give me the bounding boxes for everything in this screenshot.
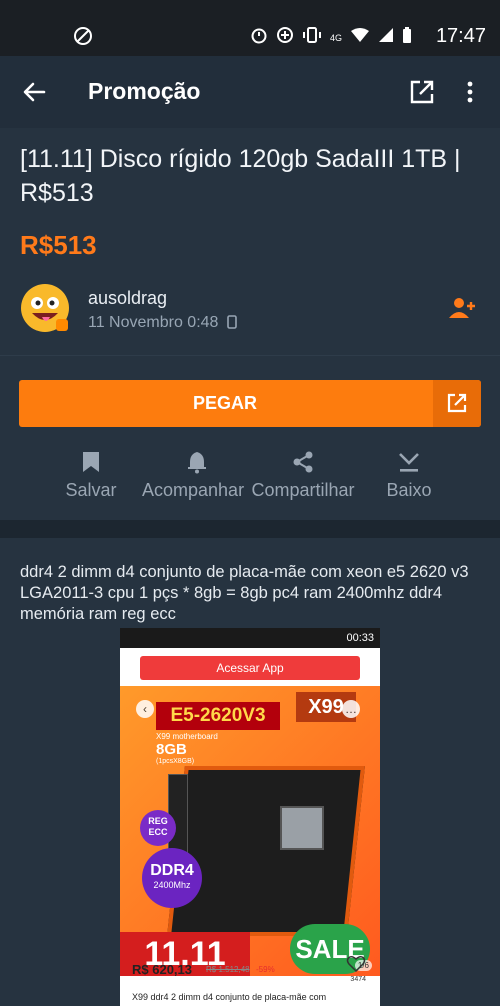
screenshot-motherboard: X99 motherboard xyxy=(156,732,218,741)
follow-button[interactable]: Acompanhar xyxy=(142,450,252,501)
screenshot-ram-sub: (1pcsX8GB) xyxy=(156,758,195,765)
get-deal-button[interactable]: PEGAR xyxy=(19,380,481,427)
sync-icon xyxy=(72,25,94,47)
screenshot-app-banner: Acessar App xyxy=(140,656,360,680)
page-title: Promoção xyxy=(88,78,201,104)
post-date-text: 11 Novembro 0:48 xyxy=(88,314,219,331)
screenshot-ddr-speed: 2400Mhz xyxy=(153,880,191,890)
app-bar: Promoção xyxy=(0,56,500,128)
follow-label: Acompanhar xyxy=(142,480,245,500)
screenshot-more-icon: … xyxy=(342,700,360,718)
screenshot-discount: -59% xyxy=(256,965,275,974)
network-label: 4G xyxy=(329,32,342,43)
deal-title: [11.11] Disco rígido 120gb SadaIII 1TB |… xyxy=(20,145,461,207)
chevron-down-icon xyxy=(399,453,419,472)
screenshot-price: R$ 620,13 xyxy=(132,962,192,977)
save-label: Salvar xyxy=(65,480,117,500)
divider xyxy=(0,355,500,356)
screenshot-hero: E5-2620V3 X99 motherboard 8GB (1pcsX8GB)… xyxy=(120,686,380,976)
screenshot-reg-badge: REG ECC xyxy=(140,810,176,846)
alarm-icon xyxy=(250,26,268,49)
screenshot-status-bar: 00:33 xyxy=(120,628,380,648)
get-deal-external-icon[interactable] xyxy=(433,380,481,427)
battery-icon xyxy=(402,26,412,49)
downvote-button[interactable]: Baixo xyxy=(378,450,440,501)
screenshot-ram: 8GB xyxy=(156,741,187,758)
data-saver-icon xyxy=(276,26,294,49)
get-deal-label: PEGAR xyxy=(192,393,257,413)
downvote-label: Baixo xyxy=(386,480,432,500)
author-name[interactable]: ausoldrag xyxy=(88,288,167,309)
save-button[interactable]: Salvar xyxy=(60,450,122,501)
screenshot-ddr-badge: DDR4 2400Mhz xyxy=(142,848,202,908)
screenshot-time: 00:33 xyxy=(346,632,374,644)
cpu-image xyxy=(280,806,324,850)
phone-icon xyxy=(227,315,237,334)
bookmark-icon xyxy=(83,452,99,472)
status-bar: 4G 17:47 xyxy=(0,0,500,56)
more-vert-icon[interactable] xyxy=(456,78,484,106)
action-row: Salvar Acompanhar Compartilhar Baixo xyxy=(0,450,500,510)
section-separator xyxy=(0,520,500,538)
motherboard-image xyxy=(167,766,365,936)
vibrate-icon xyxy=(302,26,322,49)
share-button[interactable]: Compartilhar xyxy=(246,450,360,501)
wifi-icon xyxy=(350,27,370,48)
screenshot-old-price: R$ 1.512,48 xyxy=(206,965,250,974)
post-date: 11 Novembro 0:48 xyxy=(88,314,237,334)
screenshot-desc: X99 ddr4 2 dimm d4 conjunto de placa-mãe… xyxy=(132,992,327,1002)
bell-icon xyxy=(188,452,206,474)
screenshot-prev-icon: ‹ xyxy=(136,700,154,718)
product-screenshot[interactable]: 00:33 Acessar App E5-2620V3 X99 motherbo… xyxy=(120,628,380,1006)
follow-user-icon[interactable] xyxy=(448,296,476,320)
deal-description: ddr4 2 dimm d4 conjunto de placa-mãe com… xyxy=(20,563,469,623)
open-external-icon[interactable] xyxy=(408,78,436,106)
signal-icon xyxy=(378,27,394,48)
back-arrow-icon[interactable] xyxy=(20,78,48,106)
screenshot-cpu-model: E5-2620V3 xyxy=(156,702,280,730)
clock: 17:47 xyxy=(435,25,486,47)
screenshot-ddr: DDR4 xyxy=(150,862,194,879)
share-label: Compartilhar xyxy=(251,480,355,500)
heart-icon xyxy=(346,954,366,974)
deal-price: R$513 xyxy=(20,230,97,260)
share-icon xyxy=(293,451,313,473)
avatar[interactable] xyxy=(20,283,70,333)
screenshot-likes: 3474 xyxy=(350,976,366,983)
